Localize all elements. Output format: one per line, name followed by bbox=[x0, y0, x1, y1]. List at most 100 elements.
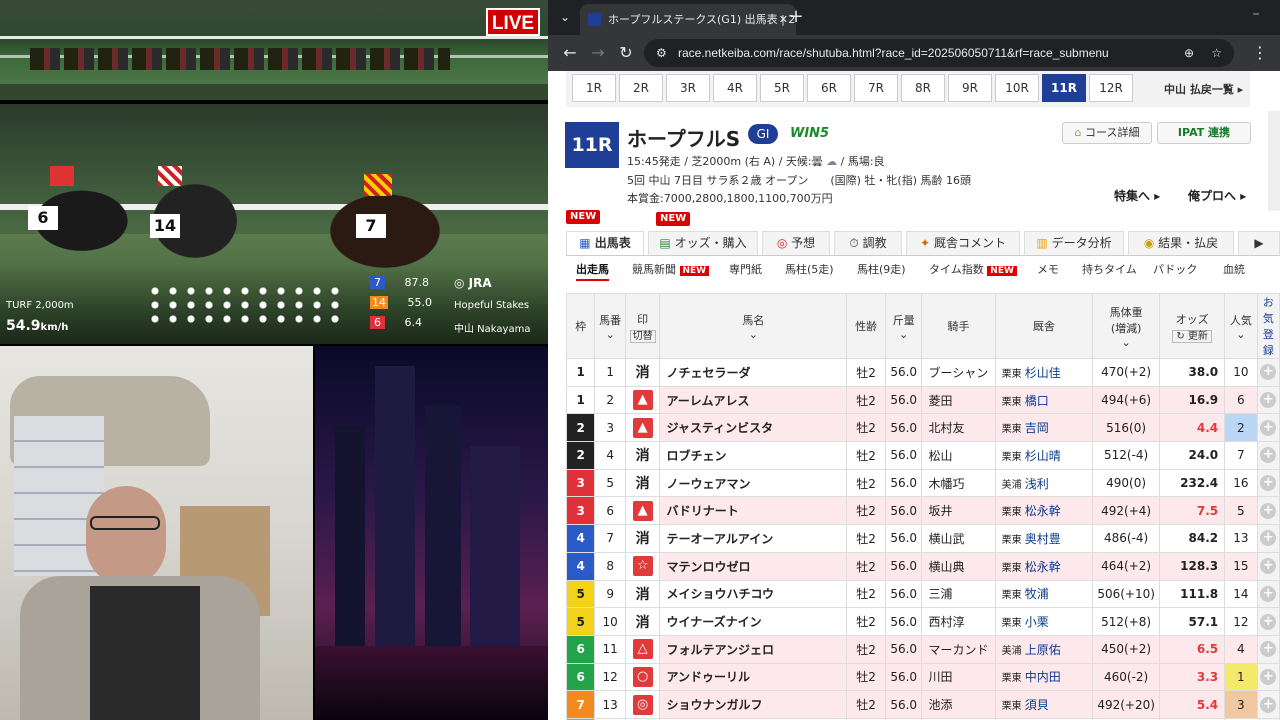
table-row[interactable]: 2 3 ▲ ジャスティンビスタ 牡2 56.0 北村友 栗東 吉岡 516(0) 4.4 2 + bbox=[565, 413, 1280, 443]
mark-cell[interactable]: △ bbox=[624, 634, 661, 664]
mark-cell[interactable]: 消 bbox=[624, 441, 661, 470]
url-field[interactable]: ⚙ race.netkeiba.com/race/shutuba.html?ra… bbox=[644, 39, 1234, 67]
col-umaban[interactable]: 馬番 ⌄ bbox=[594, 293, 626, 359]
race-tab-1r[interactable]: 1R bbox=[572, 74, 616, 102]
table-row[interactable]: 1 2 ▲ アーレムアレス 牡2 56.0 菱田 栗東 橋口 494(+6) 16.9 6 + bbox=[565, 385, 1280, 415]
favorite-add-button[interactable]: + bbox=[1256, 468, 1280, 498]
jockey-name[interactable]: 池添 bbox=[921, 690, 996, 719]
jockey-name[interactable]: 菱田 bbox=[921, 385, 996, 415]
horse-name[interactable]: フォルテアンジェロ bbox=[659, 634, 848, 664]
race-tab-6r[interactable]: 6R bbox=[807, 74, 851, 102]
col-mark[interactable]: 印切替 bbox=[624, 293, 661, 359]
feature-link[interactable]: 特集へ ▸ bbox=[1114, 187, 1160, 204]
table-row[interactable]: 1 1 消ノチェセラーダ 牡2 56.0 ブーシャン 栗東 杉山佳 470(+2) 38.0 10… bbox=[565, 358, 1280, 387]
table-row[interactable]: 5 10 消ウイナーズナイン 牡2 56.0 西村淳 栗東 小栗 512(+8) 57.1 12 + bbox=[565, 607, 1280, 636]
trainer-name[interactable]: 松永幹 bbox=[1025, 504, 1061, 518]
subtab-past5[interactable]: 馬柱(5走) bbox=[785, 261, 834, 277]
jockey-name[interactable]: 松山 bbox=[921, 441, 996, 470]
col-horse[interactable]: 馬名 ⌄ bbox=[659, 293, 848, 359]
ipat-link-button[interactable]: IPAT 連携 bbox=[1157, 122, 1251, 144]
mark-cell[interactable]: ▲ bbox=[624, 496, 661, 526]
tab-odds[interactable]: ▤ オッズ・購入 bbox=[648, 231, 758, 255]
trainer-name[interactable]: 上原佑 bbox=[1025, 643, 1061, 657]
race-tab-4r[interactable]: 4R bbox=[713, 74, 757, 102]
tab-prediction[interactable]: ◎ 予想 bbox=[762, 231, 830, 255]
trainer-name[interactable]: 須貝 bbox=[1025, 698, 1049, 712]
zoom-icon[interactable]: ⊕ bbox=[1184, 39, 1194, 67]
horse-name[interactable]: メイショウハチコウ bbox=[659, 579, 848, 609]
jockey-name[interactable]: 川田 bbox=[921, 662, 996, 692]
trainer-name[interactable]: 浅利 bbox=[1025, 477, 1049, 491]
odds-update-button[interactable]: ↻ 更新 bbox=[1172, 329, 1212, 343]
favorite-add-button[interactable]: + bbox=[1256, 524, 1280, 553]
tab-data-analysis[interactable]: ▥ データ分析 bbox=[1024, 231, 1124, 255]
col-popularity[interactable]: 人気 ⌄ bbox=[1224, 293, 1258, 359]
subtab-pedigree[interactable]: 血統 bbox=[1223, 261, 1245, 277]
subtab-memo[interactable]: メモ bbox=[1037, 261, 1059, 277]
jockey-name[interactable]: 北村友 bbox=[921, 413, 996, 443]
table-row[interactable]: 7 13 ◎ ショウナンガルフ 牡2 56.0 池添 栗東 須貝 492(+20) 5.4 3 + bbox=[565, 690, 1280, 719]
subtab-specialist[interactable]: 専門紙 bbox=[729, 261, 762, 277]
horse-name[interactable]: ジャスティンビスタ bbox=[659, 413, 848, 443]
subtab-horses[interactable]: 出走馬 bbox=[576, 261, 609, 281]
mark-cell[interactable]: 消 bbox=[624, 579, 661, 609]
trainer-name[interactable]: 松永幹 bbox=[1025, 560, 1061, 574]
subtab-paddock[interactable]: パドック bbox=[1153, 261, 1197, 277]
race-tab-12r[interactable]: 12R bbox=[1089, 74, 1133, 102]
jockey-name[interactable]: 西村淳 bbox=[921, 607, 996, 636]
tab-shutuba[interactable]: ▦ 出馬表 bbox=[566, 231, 644, 255]
race-tab-11r[interactable]: 11R bbox=[1042, 74, 1086, 102]
jockey-name[interactable]: 横山典 bbox=[921, 551, 996, 581]
trainer-name[interactable]: 中内田 bbox=[1025, 670, 1061, 684]
favorite-add-button[interactable]: + bbox=[1256, 579, 1280, 609]
tab-training[interactable]: ⏱ 調教 bbox=[834, 231, 902, 255]
race-tab-8r[interactable]: 8R bbox=[901, 74, 945, 102]
tab-search-icon[interactable]: ⌄ bbox=[554, 7, 576, 27]
table-row[interactable]: 6 11 △ フォルテアンジェロ 牡2 56.0 マーカンド 美浦 上原佑 450(+2) 6.5… bbox=[565, 634, 1280, 664]
trainer-name[interactable]: 牧浦 bbox=[1025, 587, 1049, 601]
jockey-name[interactable]: 三浦 bbox=[921, 579, 996, 609]
subtab-newspaper[interactable]: 競馬新聞 NEW bbox=[632, 261, 710, 277]
mark-cell[interactable]: 消 bbox=[624, 358, 661, 387]
mark-cell[interactable]: ◎ bbox=[624, 690, 661, 719]
jockey-name[interactable]: 横山武 bbox=[921, 524, 996, 553]
mark-cell[interactable]: 消 bbox=[624, 524, 661, 553]
jockey-name[interactable]: ブーシャン bbox=[921, 358, 996, 387]
table-row[interactable]: 2 4 消ロブチェン 牡2 56.0 松山 栗東 杉山晴 512(-4) 24.0 7 + bbox=[565, 441, 1280, 470]
race-tab-9r[interactable]: 9R bbox=[948, 74, 992, 102]
browser-tab-active[interactable]: ホープフルステークス(G1) 出馬表 | 2 ✕ bbox=[580, 4, 796, 35]
tab-stable-comment[interactable]: ✦ 厩舎コメント bbox=[906, 231, 1020, 255]
horse-name[interactable]: ノーウェアマン bbox=[659, 468, 848, 498]
forward-icon[interactable]: → bbox=[586, 41, 610, 65]
back-icon[interactable]: ← bbox=[558, 41, 582, 65]
jockey-name[interactable]: 木幡巧 bbox=[921, 468, 996, 498]
tab-results[interactable]: ◉ 結果・払戻 bbox=[1128, 231, 1234, 255]
table-row[interactable]: 3 5 消ノーウェアマン 牡2 56.0 木幡巧 美浦 浅利 490(0) 232.4 16 + bbox=[565, 468, 1280, 498]
course-detail-button[interactable]: ⌂ コース詳細 bbox=[1062, 122, 1152, 144]
subtab-time-index[interactable]: タイム指数 NEW bbox=[929, 261, 1017, 277]
horse-name[interactable]: ロブチェン bbox=[659, 441, 848, 470]
favorite-add-button[interactable]: + bbox=[1256, 413, 1280, 443]
reload-icon[interactable]: ↻ bbox=[614, 41, 638, 65]
trainer-name[interactable]: 橋口 bbox=[1025, 394, 1049, 408]
col-weight[interactable]: 斤量 ⌄ bbox=[884, 293, 923, 359]
bookmark-star-icon[interactable]: ☆ bbox=[1211, 39, 1222, 67]
jockey-name[interactable]: マーカンド bbox=[921, 634, 996, 664]
table-row[interactable]: 4 8 ☆ マテンロウゼロ 牡2 56.0 横山典 栗東 松永幹 464(+2) 128.3 15 + bbox=[565, 551, 1280, 581]
mark-cell[interactable]: ▲ bbox=[624, 413, 661, 443]
favorite-add-button[interactable]: + bbox=[1256, 441, 1280, 470]
extensions-icon[interactable]: ⋮ bbox=[1248, 41, 1272, 65]
horse-name[interactable]: ショウナンガルフ bbox=[659, 690, 848, 719]
trainer-name[interactable]: 杉山佳 bbox=[1025, 366, 1061, 380]
favorite-add-button[interactable]: + bbox=[1256, 385, 1280, 415]
race-tab-2r[interactable]: 2R bbox=[619, 74, 663, 102]
trainer-name[interactable]: 奥村豊 bbox=[1025, 532, 1061, 546]
table-row[interactable]: 6 12 ○ アンドゥーリル 牡2 56.0 川田 栗東 中内田 460(-2) 3.3 1 + bbox=[565, 662, 1280, 692]
subtab-best-time[interactable]: 持ちタイム bbox=[1082, 261, 1137, 277]
horse-name[interactable]: テーオーアルアイン bbox=[659, 524, 848, 553]
mark-cell[interactable]: ○ bbox=[624, 662, 661, 692]
mark-cell[interactable]: ☆ bbox=[624, 551, 661, 581]
col-body-weight[interactable]: 馬体重 (増減) ⌄ bbox=[1092, 293, 1161, 359]
horse-name[interactable]: アンドゥーリル bbox=[659, 662, 848, 692]
pro-link[interactable]: 俺プロへ ▸ bbox=[1188, 187, 1246, 204]
